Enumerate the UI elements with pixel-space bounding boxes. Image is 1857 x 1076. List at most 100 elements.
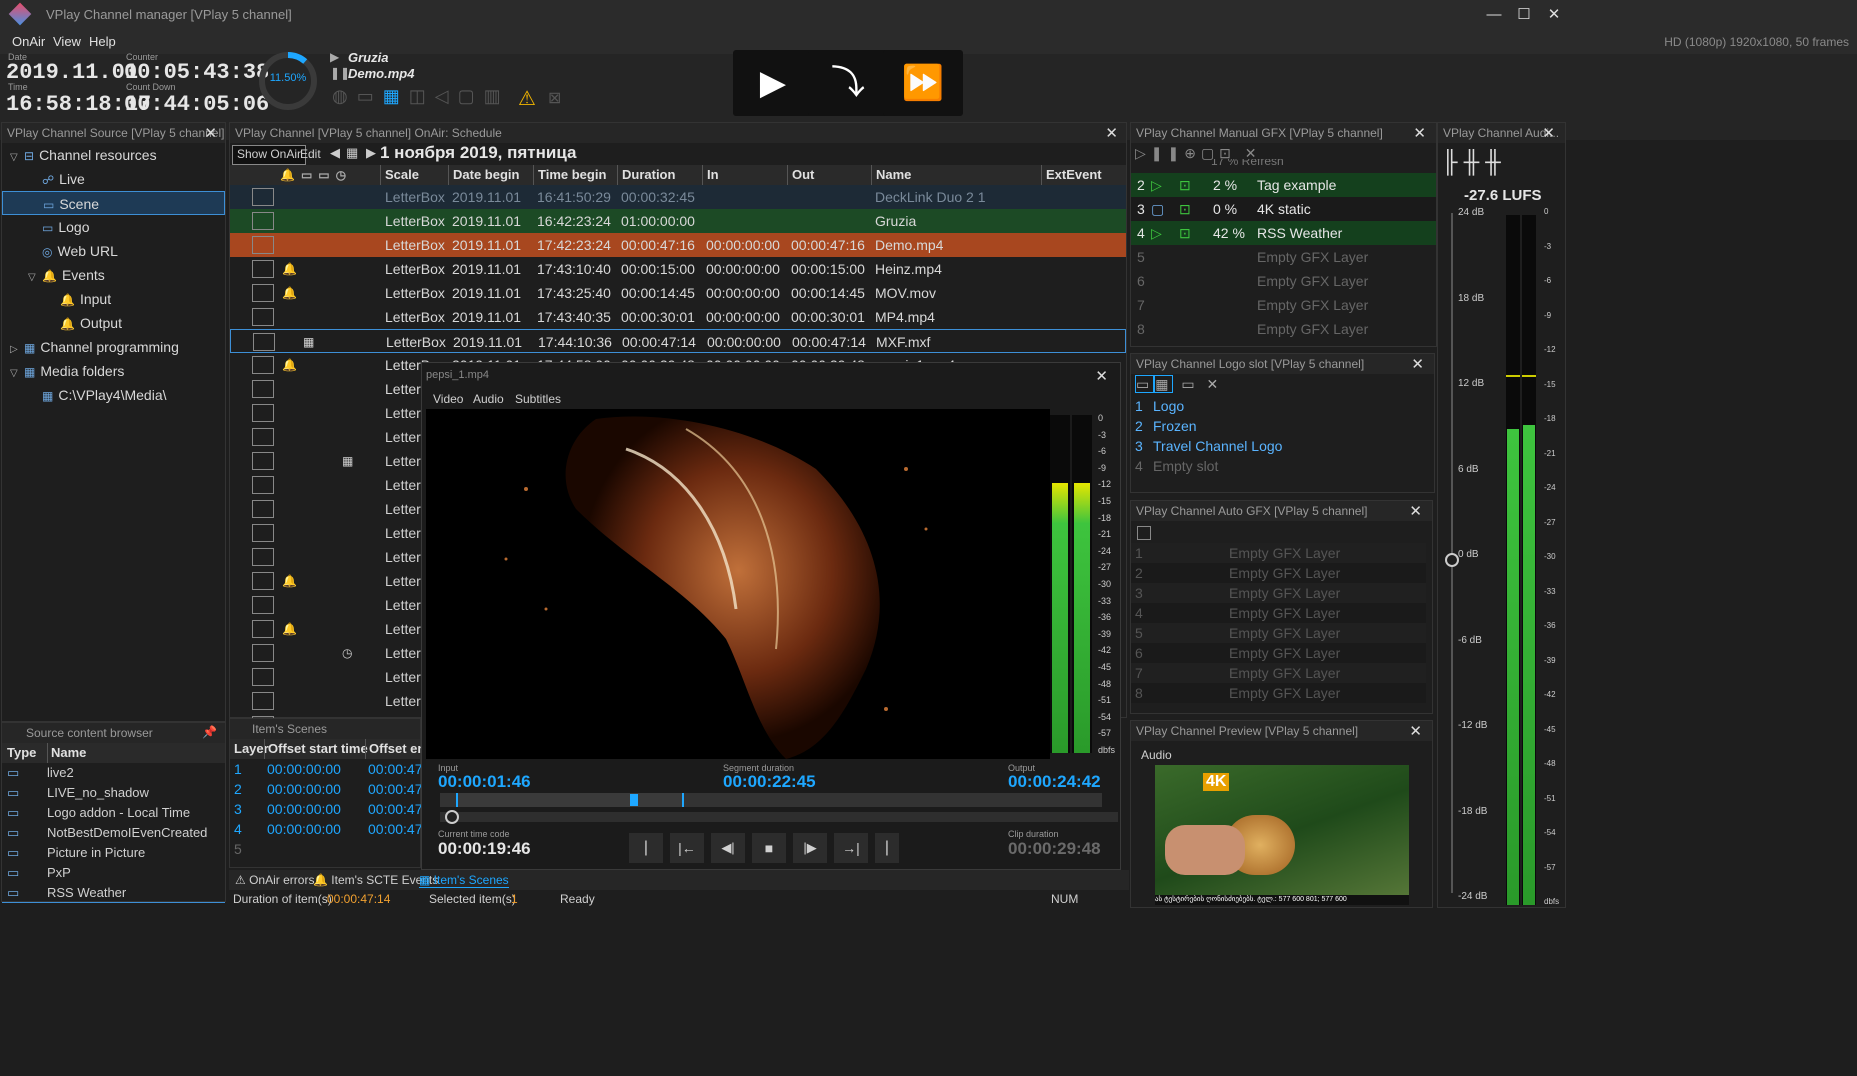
table-row[interactable]: LetterBox 2019.11.01 16:42:23:24 01:00:00:0…: [230, 209, 1126, 233]
auto-gfx-row[interactable]: 3 Empty GFX Layer: [1131, 583, 1426, 603]
row-checkbox[interactable]: [252, 668, 274, 686]
col-name[interactable]: Name: [47, 743, 86, 763]
tab-video[interactable]: Video: [433, 392, 463, 406]
pin-icon[interactable]: 📌: [202, 725, 217, 739]
tree-item[interactable]: ▭ Logo: [2, 215, 225, 239]
table-row[interactable]: 2 00:00:00:00 00:00:47:: [230, 779, 426, 799]
row-checkbox[interactable]: [252, 620, 274, 638]
gain-slider-track[interactable]: [1445, 213, 1459, 893]
gfx-layer-row[interactable]: 3 ▢ ⊡ 0 % 4K static: [1131, 197, 1436, 221]
segment-bar[interactable]: [440, 793, 1102, 807]
tab-audio[interactable]: Audio: [473, 392, 504, 406]
segment-marker[interactable]: [630, 794, 638, 806]
auto-gfx-row[interactable]: 5 Empty GFX Layer: [1131, 623, 1426, 643]
col-scale[interactable]: Scale: [380, 165, 419, 185]
close-icon[interactable]: ✕: [1409, 502, 1422, 520]
row-checkbox[interactable]: [252, 476, 274, 494]
close-window-button[interactable]: ✕: [1540, 4, 1568, 26]
mark-out-icon[interactable]: |: [875, 833, 899, 863]
logo-slot-row[interactable]: 1 Logo: [1131, 396, 1434, 416]
logo-slot-row[interactable]: 4 Empty slot: [1131, 456, 1434, 476]
row-checkbox[interactable]: [252, 236, 274, 254]
play-icon[interactable]: ▷: [1151, 173, 1162, 197]
next-button[interactable]: ⤵: [808, 50, 888, 116]
timeline-bar[interactable]: [440, 810, 1118, 824]
row-checkbox[interactable]: [252, 548, 274, 566]
logo-slot-row[interactable]: 2 Frozen: [1131, 416, 1434, 436]
tree-item[interactable]: 🔔 Output: [2, 311, 225, 335]
minimize-button[interactable]: —: [1480, 4, 1508, 26]
row-checkbox[interactable]: [252, 212, 274, 230]
auto-gfx-row[interactable]: 2 Empty GFX Layer: [1131, 563, 1426, 583]
stop-icon[interactable]: ▢: [1151, 197, 1164, 221]
tree-item[interactable]: 🔔 Input: [2, 287, 225, 311]
next-day-icon[interactable]: ▶: [366, 145, 376, 161]
row-checkbox[interactable]: [252, 404, 274, 422]
table-row[interactable]: 4 00:00:00:00 00:00:47:: [230, 819, 426, 839]
audio-mode-icons[interactable]: ╟╫╫: [1442, 149, 1507, 175]
row-checkbox[interactable]: [252, 380, 274, 398]
auto-gfx-row[interactable]: 7 Empty GFX Layer: [1131, 663, 1426, 683]
list-item[interactable]: ▭ LIVE_no_shadow: [2, 783, 225, 803]
clear-icon[interactable]: ⊠: [548, 88, 561, 108]
step-back-icon[interactable]: ◀|: [711, 833, 745, 863]
tab-subtitles[interactable]: Subtitles: [515, 392, 561, 406]
row-checkbox[interactable]: [252, 572, 274, 590]
table-row[interactable]: 1 00:00:00:00 00:00:47:: [230, 759, 426, 779]
close-icon[interactable]: ✕: [204, 124, 217, 142]
close-icon[interactable]: ✕: [1542, 124, 1555, 142]
table-row[interactable]: ▦ LetterBox 2019.11.01 17:44:10:36 00:00:47:…: [230, 329, 1126, 353]
col-date-begin[interactable]: Date begin: [448, 165, 519, 185]
list-item[interactable]: ▭ Logo addon - Local Time: [2, 803, 225, 823]
tree-item[interactable]: ▭ Scene: [2, 191, 225, 215]
auto-gfx-checkbox[interactable]: [1137, 526, 1151, 540]
gfx-layer-row[interactable]: 7 Empty GFX Layer: [1131, 293, 1436, 317]
tree-item[interactable]: ▽ ⊟ Channel resources: [2, 143, 225, 167]
menu-onair[interactable]: OnAir: [12, 34, 45, 49]
refresh-icon[interactable]: ⊡: [1179, 197, 1191, 221]
play-button[interactable]: ▶: [733, 50, 813, 116]
table-row[interactable]: LetterBox 2019.11.01 17:43:40:35 00:00:30:0…: [230, 305, 1126, 329]
tree-item[interactable]: ☍ Live: [2, 167, 225, 191]
auto-gfx-row[interactable]: 8 Empty GFX Layer: [1131, 683, 1426, 703]
col-extevent[interactable]: ExtEvent: [1041, 165, 1102, 185]
close-icon[interactable]: ✕: [1105, 124, 1118, 142]
col-offset-start[interactable]: Offset start time: [264, 739, 368, 759]
logo-slot-row[interactable]: 3 Travel Channel Logo: [1131, 436, 1434, 456]
col-in[interactable]: In: [702, 165, 719, 185]
tab-items-scenes[interactable]: ▦ Item's Scenes: [419, 873, 509, 888]
close-icon[interactable]: ✕: [1409, 722, 1422, 740]
go-to-out-icon[interactable]: →|: [834, 833, 868, 863]
table-row[interactable]: LetterBox 2019.11.01 16:41:50:29 00:00:32:4…: [230, 185, 1126, 209]
gfx-layer-row[interactable]: 8 Empty GFX Layer: [1131, 317, 1436, 341]
stop-icon[interactable]: ■: [752, 833, 786, 863]
prev-day-icon[interactable]: ◀: [330, 145, 340, 161]
col-out[interactable]: Out: [787, 165, 814, 185]
row-checkbox[interactable]: [252, 356, 274, 374]
table-row[interactable]: 🔔 LetterBox 2019.11.01 17:43:10:40 00:00:15:…: [230, 257, 1126, 281]
warning-icon[interactable]: ⚠: [518, 86, 536, 111]
gfx-layer-row[interactable]: 6 Empty GFX Layer: [1131, 269, 1436, 293]
list-item[interactable]: ▭ live2: [2, 763, 225, 783]
show-onair-button[interactable]: Show OnAir: [232, 145, 307, 165]
tree-item[interactable]: ▷ ▦ Channel programming: [2, 335, 225, 359]
edit-button[interactable]: Edit: [300, 147, 321, 161]
auto-gfx-row[interactable]: 1 Empty GFX Layer: [1131, 543, 1426, 563]
table-row[interactable]: 3 00:00:00:00 00:00:47:: [230, 799, 426, 819]
logo-toolbar[interactable]: ▭ ▦ ▭ ✕: [1135, 375, 1222, 393]
close-icon[interactable]: ✕: [1411, 355, 1424, 373]
table-row[interactable]: 🔔 LetterBox 2019.11.01 17:43:25:40 00:00:14:…: [230, 281, 1126, 305]
tree-item[interactable]: ▽ ▦ Media folders: [2, 359, 225, 383]
row-checkbox[interactable]: [253, 333, 275, 351]
tree-item[interactable]: ◎ Web URL: [2, 239, 225, 263]
tree-item[interactable]: ▽ 🔔 Events: [2, 263, 225, 287]
mark-in-icon[interactable]: |: [629, 833, 663, 863]
col-time-begin[interactable]: Time begin: [533, 165, 606, 185]
row-checkbox[interactable]: [252, 188, 274, 206]
tab-onair-errors[interactable]: ⚠ OnAir errors: [235, 873, 314, 887]
menu-help[interactable]: Help: [89, 34, 116, 49]
gfx-layer-row[interactable]: 5 Empty GFX Layer: [1131, 245, 1436, 269]
row-checkbox[interactable]: [252, 500, 274, 518]
row-checkbox[interactable]: [252, 308, 274, 326]
row-checkbox[interactable]: [252, 644, 274, 662]
